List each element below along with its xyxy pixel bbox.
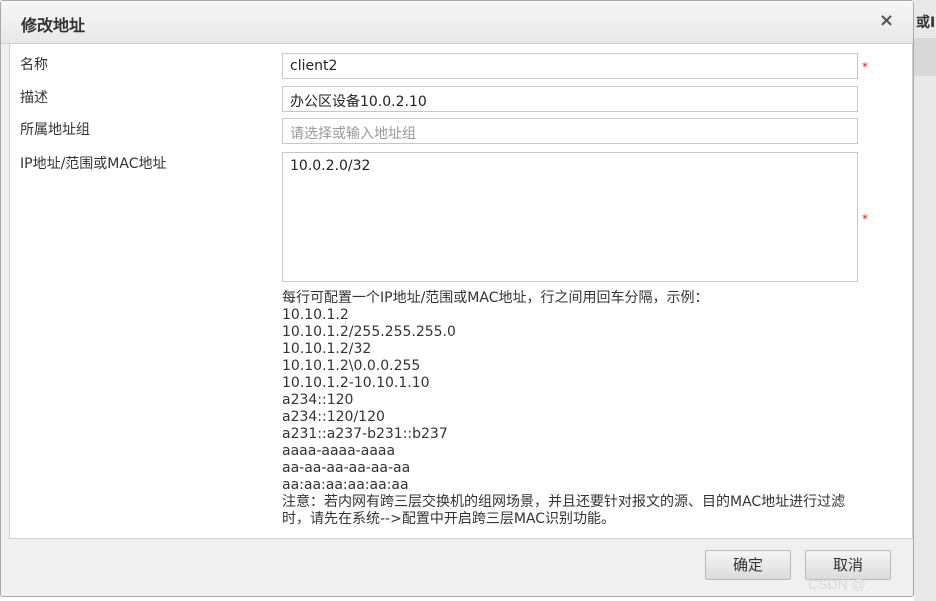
help-example: aaaa-aaaa-aaaa [282,443,396,459]
help-intro: 每行可配置一个IP地址/范围或MAC地址，行之间用回车分隔，示例： [282,290,709,306]
help-example: 10.10.1.2-10.10.1.10 [282,375,430,391]
ip-required-mark: * [862,212,868,226]
close-icon[interactable]: × [879,10,894,31]
description-label: 描述 [20,90,48,106]
help-example: 10.10.1.2 [282,307,349,323]
name-input[interactable]: client2 [282,53,858,79]
watermark: CSDN @ [808,576,866,592]
edit-address-dialog: 修改地址 × 名称 client2 * 描述 办公区设备10.0.2.10 所属… [0,0,914,597]
help-text: 每行可配置一个IP地址/范围或MAC地址，行之间用回车分隔，示例： 10.10.… [282,290,882,528]
ip-address-textarea[interactable]: 10.0.2.0/32 [282,152,858,282]
help-example: aa-aa-aa-aa-aa-aa [282,460,411,476]
background-band [914,38,936,76]
help-note: 注意：若内网有跨三层交换机的组网场景，并且还要针对报文的源、目的MAC地址进行过… [282,494,846,527]
dialog-title: 修改地址 [21,16,86,35]
dialog-content: 名称 client2 * 描述 办公区设备10.0.2.10 所属地址组 请选择… [9,43,913,539]
description-input[interactable]: 办公区设备10.0.2.10 [282,86,858,112]
help-example: a231::a237-b231::b237 [282,426,448,442]
help-example: 10.10.1.2\0.0.0.255 [282,358,421,374]
background-page-strip: 或I [914,0,936,601]
background-cut-text: 或I [916,15,936,31]
help-example: a234::120/120 [282,409,385,425]
help-example: a234::120 [282,392,354,408]
address-group-label: 所属地址组 [20,122,90,138]
name-required-mark: * [862,60,868,74]
name-label: 名称 [20,57,48,73]
help-example: aa:aa:aa:aa:aa:aa [282,477,409,493]
help-example: 10.10.1.2/255.255.255.0 [282,324,456,340]
help-example: 10.10.1.2/32 [282,341,372,357]
ok-button[interactable]: 确定 [705,550,791,580]
address-group-input[interactable]: 请选择或输入地址组 [282,118,858,144]
dialog-titlebar: 修改地址 × [1,1,913,44]
ip-address-label: IP地址/范围或MAC地址 [20,156,167,172]
